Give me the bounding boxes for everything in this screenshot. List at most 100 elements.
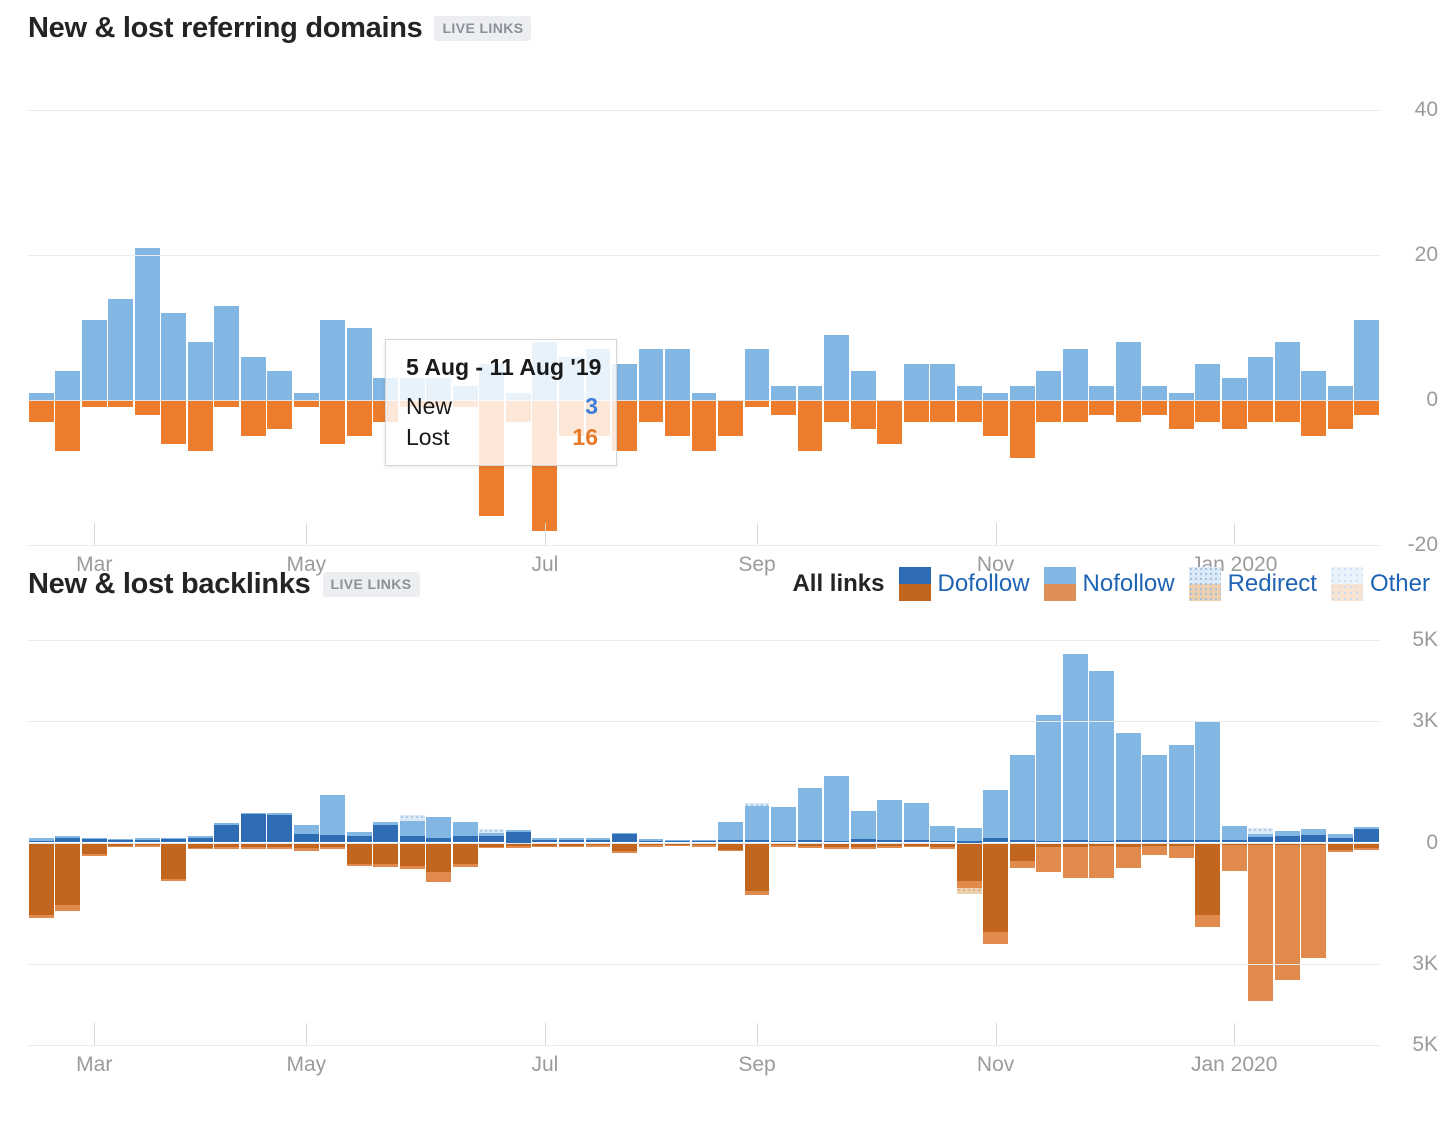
chart-bar[interactable] xyxy=(108,612,134,1102)
chart-bar[interactable] xyxy=(850,612,876,1102)
chart-bar[interactable] xyxy=(267,56,293,556)
chart-bar[interactable] xyxy=(293,56,319,556)
chart-bar[interactable] xyxy=(28,612,54,1102)
chart-bar[interactable] xyxy=(399,56,425,556)
chart-bar[interactable] xyxy=(1062,56,1088,556)
chart-bar[interactable] xyxy=(638,612,664,1102)
chart-bar[interactable] xyxy=(134,612,160,1102)
chart-bar[interactable] xyxy=(55,56,81,556)
chart-bar[interactable] xyxy=(479,612,505,1102)
chart-bar[interactable] xyxy=(1142,56,1168,556)
chart-bar[interactable] xyxy=(240,56,266,556)
chart-bar[interactable] xyxy=(320,56,346,556)
referring-domains-chart[interactable]: 40 20 0 -20 Mar May Jul Sep Nov Jan 2020 5 Aug -… xyxy=(0,56,1454,576)
chart-bar[interactable] xyxy=(1168,56,1194,556)
chart-bar[interactable] xyxy=(956,612,982,1102)
chart-bar[interactable] xyxy=(161,612,187,1102)
chart-bar[interactable] xyxy=(373,56,399,556)
chart-bar[interactable] xyxy=(1115,56,1141,556)
chart-bar[interactable] xyxy=(28,56,54,556)
chart-bar[interactable] xyxy=(665,612,690,1102)
chart-bar[interactable] xyxy=(1327,612,1353,1102)
chart-bar[interactable] xyxy=(612,56,637,556)
chart-bar[interactable] xyxy=(797,56,823,556)
chart-bar[interactable] xyxy=(744,56,770,556)
chart-bar[interactable] xyxy=(426,56,452,556)
chart-bar[interactable] xyxy=(1301,56,1327,556)
chart-bar[interactable] xyxy=(824,56,849,556)
chart-bar[interactable] xyxy=(903,612,929,1102)
legend-item-redirect[interactable]: Redirect xyxy=(1188,567,1317,601)
chart-bar[interactable] xyxy=(240,612,266,1102)
chart-bar[interactable] xyxy=(1354,612,1380,1102)
chart-bar[interactable] xyxy=(1089,612,1115,1102)
chart-bar[interactable] xyxy=(134,56,160,556)
chart-bar[interactable] xyxy=(691,612,717,1102)
chart-bar[interactable] xyxy=(771,612,796,1102)
chart-bar[interactable] xyxy=(797,612,823,1102)
chart-bar[interactable] xyxy=(585,612,611,1102)
chart-bar[interactable] xyxy=(930,56,956,556)
chart-bar[interactable] xyxy=(1062,612,1088,1102)
chart-bar[interactable] xyxy=(691,56,717,556)
backlinks-bars[interactable] xyxy=(0,612,1454,1102)
legend-item-dofollow[interactable]: Dofollow xyxy=(898,567,1030,601)
chart-bar[interactable] xyxy=(877,612,903,1102)
chart-bar[interactable] xyxy=(1354,56,1380,556)
chart-bar[interactable] xyxy=(452,612,478,1102)
legend-item-other[interactable]: Other xyxy=(1330,567,1430,601)
chart-bar[interactable] xyxy=(850,56,876,556)
chart-bar[interactable] xyxy=(55,612,81,1102)
chart-bar[interactable] xyxy=(1248,612,1274,1102)
chart-bar[interactable] xyxy=(1115,612,1141,1102)
chart-bar[interactable] xyxy=(1195,56,1221,556)
chart-bar[interactable] xyxy=(956,56,982,556)
chart-bar[interactable] xyxy=(214,56,240,556)
chart-bar[interactable] xyxy=(558,612,584,1102)
chart-bar[interactable] xyxy=(585,56,611,556)
referring-domains-bars[interactable] xyxy=(0,56,1454,556)
chart-bar[interactable] xyxy=(1142,612,1168,1102)
chart-bar[interactable] xyxy=(505,56,531,556)
chart-bar[interactable] xyxy=(1036,56,1062,556)
chart-bar[interactable] xyxy=(320,612,346,1102)
chart-bar[interactable] xyxy=(1168,612,1194,1102)
chart-bar[interactable] xyxy=(346,612,372,1102)
chart-bar[interactable] xyxy=(1009,56,1035,556)
chart-bar[interactable] xyxy=(877,56,903,556)
chart-bar[interactable] xyxy=(214,612,240,1102)
chart-bar[interactable] xyxy=(558,56,584,556)
chart-bar[interactable] xyxy=(930,612,956,1102)
chart-bar[interactable] xyxy=(771,56,796,556)
chart-bar[interactable] xyxy=(638,56,664,556)
chart-bar[interactable] xyxy=(1089,56,1115,556)
chart-bar[interactable] xyxy=(267,612,293,1102)
chart-bar[interactable] xyxy=(81,56,107,556)
chart-bar[interactable] xyxy=(1036,612,1062,1102)
chart-bar[interactable] xyxy=(1009,612,1035,1102)
chart-bar[interactable] xyxy=(161,56,187,556)
chart-bar[interactable] xyxy=(1327,56,1353,556)
chart-bar[interactable] xyxy=(187,56,213,556)
legend-item-nofollow[interactable]: Nofollow xyxy=(1043,567,1175,601)
backlinks-chart[interactable]: 5K 3K 0 3K 5K Mar May Jul Sep Nov Jan 2020 xyxy=(0,612,1454,1102)
chart-bar[interactable] xyxy=(665,56,690,556)
chart-bar[interactable] xyxy=(1274,56,1300,556)
chart-bar[interactable] xyxy=(346,56,372,556)
chart-bar[interactable] xyxy=(1221,56,1247,556)
chart-bar[interactable] xyxy=(983,56,1009,556)
chart-bar[interactable] xyxy=(1248,56,1274,556)
chart-bar[interactable] xyxy=(532,56,558,556)
chart-bar[interactable] xyxy=(1274,612,1300,1102)
chart-bar[interactable] xyxy=(1301,612,1327,1102)
chart-bar[interactable] xyxy=(1195,612,1221,1102)
chart-bar[interactable] xyxy=(373,612,399,1102)
chart-bar[interactable] xyxy=(718,56,743,556)
chart-bar[interactable] xyxy=(903,56,929,556)
chart-bar[interactable] xyxy=(479,56,505,556)
chart-bar[interactable] xyxy=(108,56,134,556)
chart-bar[interactable] xyxy=(824,612,849,1102)
chart-bar[interactable] xyxy=(187,612,213,1102)
chart-bar[interactable] xyxy=(399,612,425,1102)
chart-bar[interactable] xyxy=(452,56,478,556)
